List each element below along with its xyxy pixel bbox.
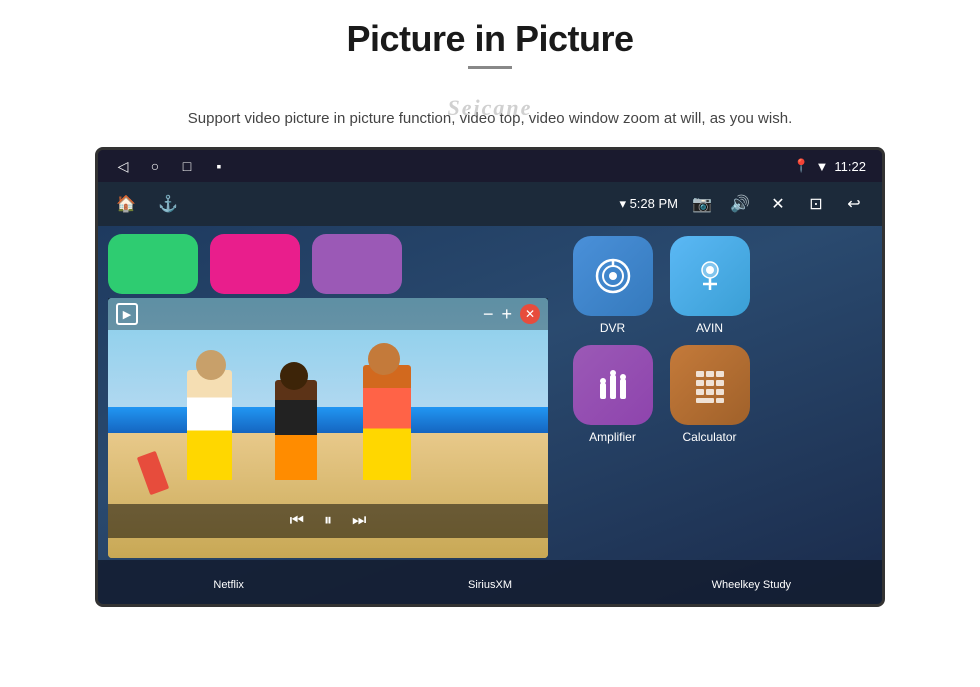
gps-icon: 📍 — [793, 158, 809, 174]
top-bar: 🏠 ⚓ ▾ 5:28 PM 📷 🔊 ✕ ⊡ ↩ — [98, 182, 882, 226]
person1 — [187, 370, 232, 480]
volume-button[interactable]: 🔊 — [726, 190, 754, 218]
close-button[interactable]: ✕ — [764, 190, 792, 218]
person3-head — [368, 343, 400, 375]
siriusxm-bottom-label: SiriusXM — [359, 579, 620, 591]
signal-icon: ▼ — [816, 159, 829, 174]
time-display: 11:22 — [834, 159, 866, 174]
wifi-time-label: ▾ 5:28 PM — [619, 196, 678, 212]
pip-minus-icon[interactable]: − — [483, 304, 494, 325]
home-button[interactable]: 🏠 — [112, 190, 140, 218]
bottom-labels-bar: Netflix SiriusXM Wheelkey Study — [98, 560, 882, 607]
top-bar-right: ▾ 5:28 PM 📷 🔊 ✕ ⊡ ↩ — [619, 190, 868, 218]
person3 — [363, 365, 411, 480]
person2-head — [280, 362, 308, 390]
sand — [108, 433, 548, 558]
amplifier-svg — [593, 365, 633, 405]
nav-menu-icon[interactable]: ▪ — [210, 157, 228, 175]
nav-recent-icon[interactable]: □ — [178, 157, 196, 175]
app-grid-area: DVR AVIN — [558, 226, 882, 607]
window-button[interactable]: ⊡ — [802, 190, 830, 218]
avin-svg — [690, 256, 730, 296]
watermark: Seicane — [448, 95, 533, 121]
wheelkey-app-bg[interactable] — [312, 234, 402, 294]
calculator-icon-box — [670, 345, 750, 425]
dvr-app[interactable]: DVR — [570, 236, 655, 335]
pip-area: ▶ − + ✕ ⏮ ⏸ ⏭ — [98, 226, 558, 607]
status-right: 📍 ▼ 11:22 — [793, 158, 866, 174]
usb-icon: ⚓ — [154, 190, 182, 218]
netflix-bottom-label: Netflix — [98, 579, 359, 591]
nav-buttons: ◁ ○ □ ▪ — [114, 157, 228, 175]
avin-icon-box — [670, 236, 750, 316]
netflix-app-bg[interactable] — [108, 234, 198, 294]
back-button[interactable]: ↩ — [840, 190, 868, 218]
page-title: Picture in Picture — [346, 18, 633, 60]
calculator-label: Calculator — [682, 430, 736, 444]
bg-apps-row — [98, 234, 558, 294]
nav-back-icon[interactable]: ◁ — [114, 157, 132, 175]
camera-button[interactable]: 📷 — [688, 190, 716, 218]
page-wrapper: Picture in Picture Seicane Support video… — [0, 0, 980, 687]
status-bar: ◁ ○ □ ▪ 📍 ▼ 11:22 — [98, 150, 882, 182]
pip-close-button[interactable]: ✕ — [520, 304, 540, 324]
person2 — [275, 380, 317, 480]
nav-home-icon[interactable]: ○ — [146, 157, 164, 175]
avin-app[interactable]: AVIN — [667, 236, 752, 335]
dvr-svg — [593, 256, 633, 296]
device-frame: ◁ ○ □ ▪ 📍 ▼ 11:22 🏠 ⚓ ▾ 5:28 PM 📷 🔊 ✕ — [95, 147, 885, 607]
amplifier-app[interactable]: Amplifier — [570, 345, 655, 444]
media-controls: ⏮ ⏸ ⏭ — [108, 504, 548, 538]
pip-plus-icon[interactable]: + — [501, 304, 512, 325]
next-track-icon[interactable]: ⏭ — [352, 512, 366, 530]
calculator-svg — [690, 365, 730, 405]
person1-head — [196, 350, 226, 380]
prev-track-icon[interactable]: ⏮ — [290, 512, 304, 530]
dvr-label: DVR — [600, 321, 625, 335]
amplifier-icon-box — [573, 345, 653, 425]
siriusxm-app-bg[interactable] — [210, 234, 300, 294]
sea — [108, 407, 548, 433]
pause-icon[interactable]: ⏸ — [324, 512, 332, 530]
top-bar-left: 🏠 ⚓ — [112, 190, 182, 218]
wheelkey-bottom-label: Wheelkey Study — [621, 579, 882, 591]
pip-play-icon[interactable]: ▶ — [116, 303, 138, 325]
calculator-app[interactable]: Calculator — [667, 345, 752, 444]
avin-label: AVIN — [696, 321, 723, 335]
pip-controls-bar: ▶ − + ✕ — [108, 298, 548, 330]
amplifier-label: Amplifier — [589, 430, 636, 444]
pip-resize-controls: − + ✕ — [483, 304, 540, 325]
dvr-icon-box — [573, 236, 653, 316]
divider — [468, 66, 512, 69]
app-row-2: Amplifier — [570, 345, 870, 444]
app-row-1: DVR AVIN — [570, 236, 870, 335]
main-content: ▶ − + ✕ ⏮ ⏸ ⏭ — [98, 226, 882, 607]
